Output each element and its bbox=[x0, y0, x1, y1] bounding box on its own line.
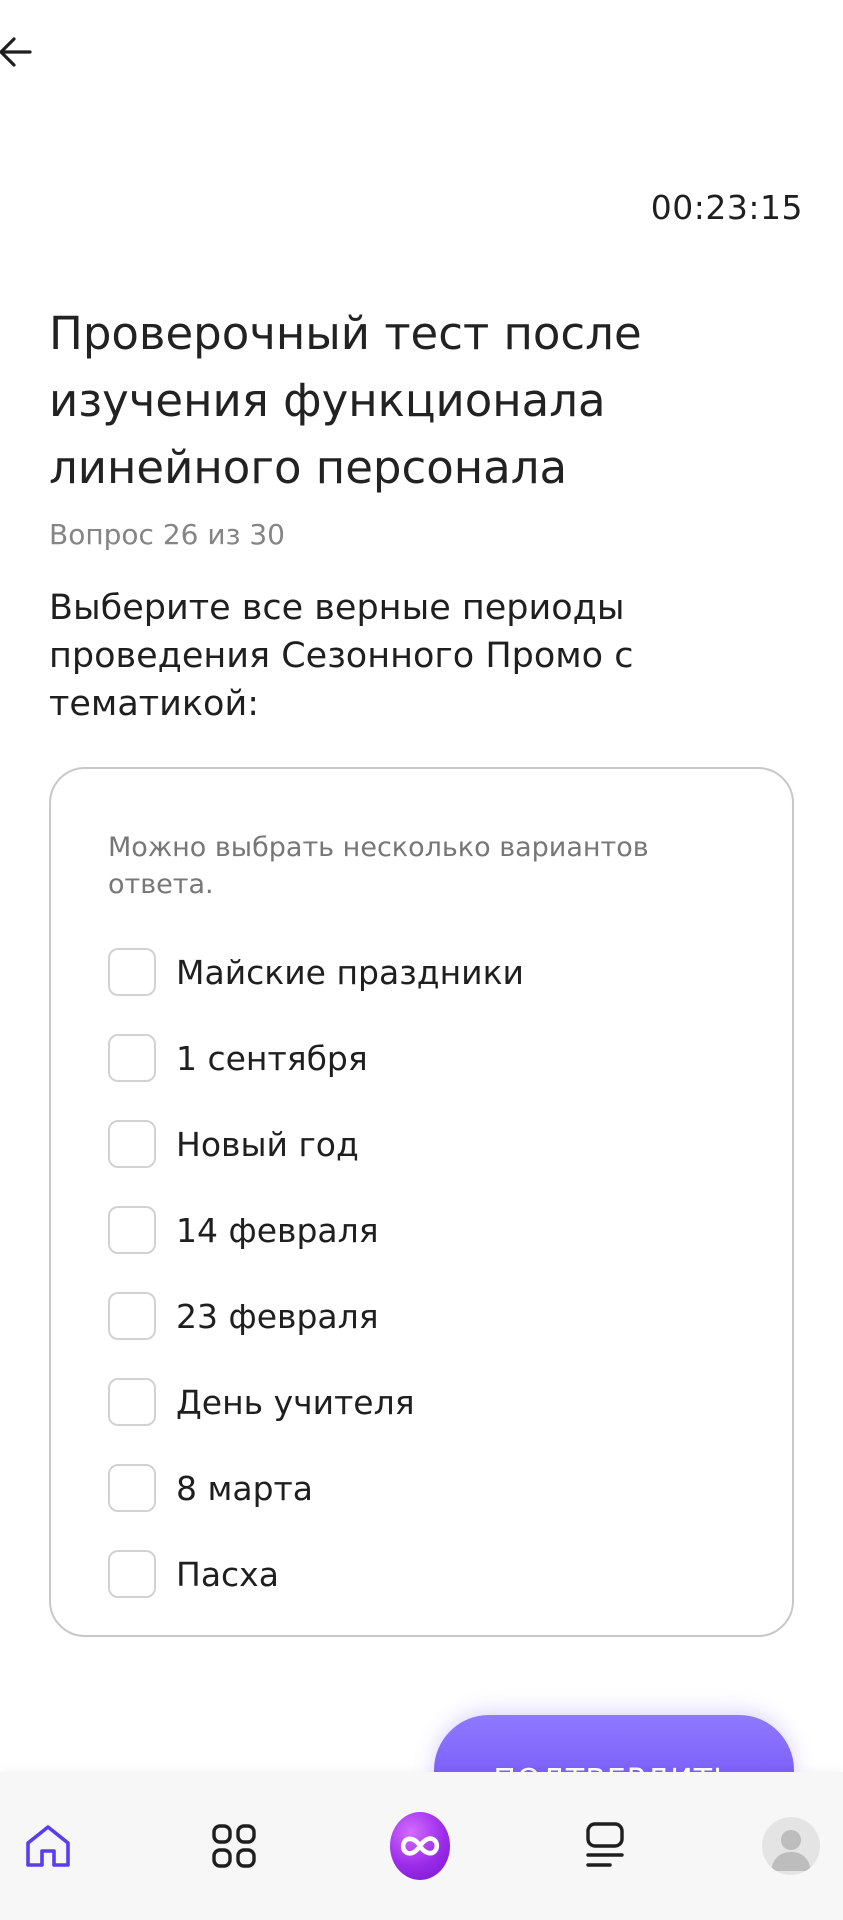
option-label: 1 сентября bbox=[176, 1038, 368, 1078]
option-checkbox[interactable] bbox=[108, 1120, 156, 1168]
infinity-logo-icon bbox=[389, 1812, 450, 1880]
back-button[interactable] bbox=[0, 30, 38, 74]
options-list: Майские праздники 1 сентября Новый год 1… bbox=[108, 929, 748, 1617]
page-title: Проверочный тест после изучения функцион… bbox=[49, 307, 642, 494]
option-label: Пасха bbox=[176, 1554, 279, 1594]
option-checkbox[interactable] bbox=[108, 1464, 156, 1512]
option-item[interactable]: Новый год bbox=[108, 1101, 748, 1187]
nav-home[interactable] bbox=[18, 1816, 78, 1876]
bottom-navigation bbox=[0, 1772, 843, 1920]
answer-card: Можно выбрать несколько вариантов ответа… bbox=[49, 767, 794, 1637]
option-item[interactable]: 14 февраля bbox=[108, 1187, 748, 1273]
avatar-icon bbox=[762, 1817, 820, 1875]
home-icon bbox=[26, 1825, 70, 1867]
option-label: 23 февраля bbox=[176, 1296, 379, 1336]
option-checkbox[interactable] bbox=[108, 1378, 156, 1426]
multi-select-hint: Можно выбрать несколько вариантов ответа… bbox=[108, 832, 649, 900]
nav-main-logo[interactable] bbox=[389, 1812, 450, 1880]
test-question-screen: 00:23:15 Проверочный тест после изучения… bbox=[0, 0, 843, 1920]
option-item[interactable]: 8 марта bbox=[108, 1445, 748, 1531]
option-checkbox[interactable] bbox=[108, 1206, 156, 1254]
option-label: Майские праздники bbox=[176, 952, 524, 992]
question-text: Выберите все верные периоды проведения С… bbox=[49, 588, 634, 724]
option-item[interactable]: Пасха bbox=[108, 1531, 748, 1617]
nav-profile[interactable] bbox=[761, 1816, 821, 1876]
nav-catalog[interactable] bbox=[204, 1816, 264, 1876]
courses-icon bbox=[586, 1822, 624, 1867]
option-item[interactable]: День учителя bbox=[108, 1359, 748, 1445]
apps-grid-icon bbox=[212, 1824, 256, 1868]
option-checkbox[interactable] bbox=[108, 948, 156, 996]
option-checkbox[interactable] bbox=[108, 1550, 156, 1598]
option-label: 8 марта bbox=[176, 1468, 313, 1508]
option-item[interactable]: 1 сентября bbox=[108, 1015, 748, 1101]
timer: 00:23:15 bbox=[650, 188, 803, 227]
option-checkbox[interactable] bbox=[108, 1292, 156, 1340]
option-item[interactable]: 23 февраля bbox=[108, 1273, 748, 1359]
arrow-left-icon bbox=[0, 37, 32, 67]
option-item[interactable]: Майские праздники bbox=[108, 929, 748, 1015]
option-label: 14 февраля bbox=[176, 1210, 379, 1250]
option-checkbox[interactable] bbox=[108, 1034, 156, 1082]
option-label: Новый год bbox=[176, 1124, 359, 1164]
question-progress: Вопрос 26 из 30 bbox=[49, 518, 285, 551]
nav-courses[interactable] bbox=[575, 1816, 635, 1876]
option-label: День учителя bbox=[176, 1382, 415, 1422]
